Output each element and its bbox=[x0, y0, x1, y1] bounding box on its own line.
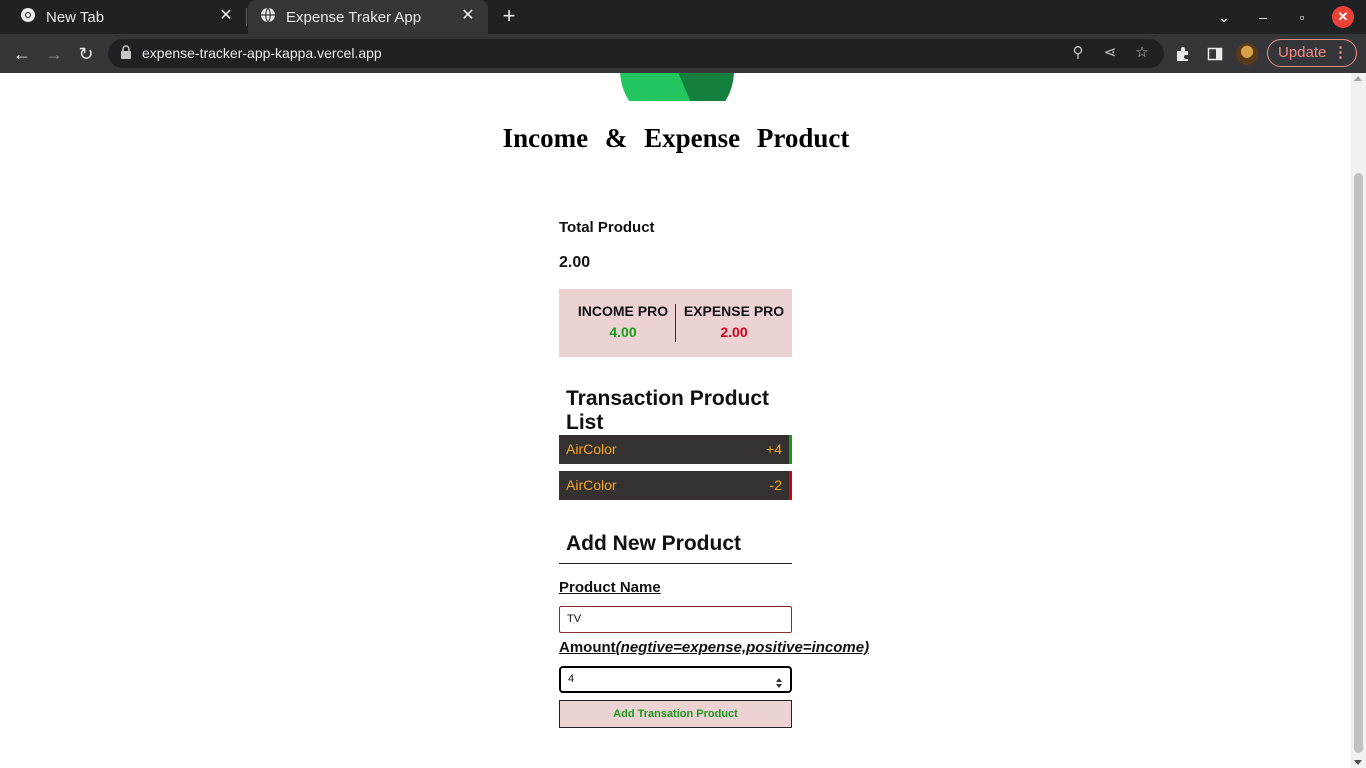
add-product-title: Add New Product bbox=[559, 532, 792, 564]
page-title: Income & Expense Product bbox=[502, 123, 850, 153]
amount-input[interactable]: 4 bbox=[559, 666, 792, 693]
forward-icon[interactable]: → bbox=[42, 42, 66, 66]
income-indicator bbox=[789, 435, 792, 464]
share-icon[interactable]: ⋖ bbox=[1100, 43, 1120, 63]
page-viewport: Income & Expense Product Total Product 2… bbox=[0, 73, 1366, 768]
update-button[interactable]: Update ⋮ bbox=[1267, 39, 1357, 67]
tab-bar: New Tab ✕ Expense Traker App ✕ + ⌄ – ▫ ✕ bbox=[0, 0, 1366, 34]
menu-dots-icon: ⋮ bbox=[1333, 44, 1348, 61]
url-text: expense-tracker-app-kappa.vercel.app bbox=[142, 45, 382, 61]
window-close-icon[interactable]: ✕ bbox=[1332, 6, 1354, 28]
close-tab-icon[interactable]: ✕ bbox=[218, 8, 234, 24]
transaction-amount: +4 bbox=[766, 441, 782, 457]
tab-new-tab[interactable]: New Tab ✕ bbox=[8, 0, 246, 34]
back-icon[interactable]: ← bbox=[10, 42, 34, 66]
globe-icon bbox=[260, 7, 276, 27]
tab-expense-app[interactable]: Expense Traker App ✕ bbox=[248, 0, 488, 34]
tab-title: Expense Traker App bbox=[286, 8, 422, 26]
list-item[interactable]: AirColor +4 bbox=[559, 435, 792, 464]
tab-search-chevron-icon[interactable]: ⌄ bbox=[1213, 6, 1235, 28]
list-item[interactable]: AirColor -2 bbox=[559, 471, 792, 500]
amount-label: Amount(negtive=expense,positive=income) bbox=[559, 639, 869, 656]
number-spinner-icon[interactable] bbox=[776, 674, 782, 688]
bookmark-star-icon[interactable]: ☆ bbox=[1132, 43, 1152, 63]
page-scrollbar[interactable] bbox=[1351, 73, 1366, 768]
extensions-icon[interactable] bbox=[1171, 42, 1195, 66]
expense-value: 2.00 bbox=[720, 324, 748, 340]
chrome-icon bbox=[20, 7, 36, 27]
browser-toolbar: ← → ↻ expense-tracker-app-kappa.vercel.a… bbox=[0, 34, 1366, 73]
side-panel-icon[interactable] bbox=[1203, 42, 1227, 66]
total-label: Total Product bbox=[559, 219, 655, 236]
tab-title: New Tab bbox=[46, 8, 105, 26]
profile-avatar[interactable] bbox=[1236, 43, 1258, 65]
tab-divider bbox=[246, 8, 247, 26]
lock-icon bbox=[120, 45, 134, 61]
close-tab-icon[interactable]: ✕ bbox=[460, 8, 476, 24]
product-name-input[interactable]: TV bbox=[559, 606, 792, 633]
income-value: 4.00 bbox=[609, 324, 637, 340]
transaction-name: AirColor bbox=[566, 441, 617, 457]
product-name-label: Product Name bbox=[559, 579, 661, 596]
income-expense-summary: INCOME PRO 4.00 EXPENSE PRO 2.00 bbox=[559, 289, 792, 357]
expense-column: EXPENSE PRO 2.00 bbox=[676, 303, 792, 340]
amount-value: 4 bbox=[568, 673, 575, 685]
add-transaction-button[interactable]: Add Transation Product bbox=[559, 700, 792, 728]
update-label: Update bbox=[1278, 44, 1327, 61]
amount-label-text: Amount bbox=[559, 639, 616, 656]
expense-label: EXPENSE PRO bbox=[683, 303, 785, 319]
total-value: 2.00 bbox=[559, 254, 591, 271]
transaction-amount: -2 bbox=[769, 477, 782, 493]
scroll-thumb[interactable] bbox=[1354, 173, 1363, 753]
amount-hint: (negtive=expense,positive=income) bbox=[615, 639, 870, 656]
address-bar[interactable]: expense-tracker-app-kappa.vercel.app ⚲ ⋖… bbox=[108, 39, 1164, 68]
restore-icon[interactable]: ▫ bbox=[1291, 6, 1313, 28]
income-label: INCOME PRO bbox=[577, 303, 669, 319]
zoom-icon[interactable]: ⚲ bbox=[1068, 43, 1088, 63]
expense-indicator bbox=[789, 471, 792, 500]
income-column: INCOME PRO 4.00 bbox=[565, 303, 681, 340]
new-tab-icon[interactable]: + bbox=[497, 5, 521, 29]
reload-icon[interactable]: ↻ bbox=[74, 42, 98, 66]
scroll-up-icon[interactable] bbox=[1354, 76, 1362, 81]
scroll-down-icon[interactable] bbox=[1354, 760, 1362, 765]
logo-pie-icon bbox=[620, 73, 734, 101]
minimize-icon[interactable]: – bbox=[1252, 6, 1274, 28]
transaction-name: AirColor bbox=[566, 477, 617, 493]
